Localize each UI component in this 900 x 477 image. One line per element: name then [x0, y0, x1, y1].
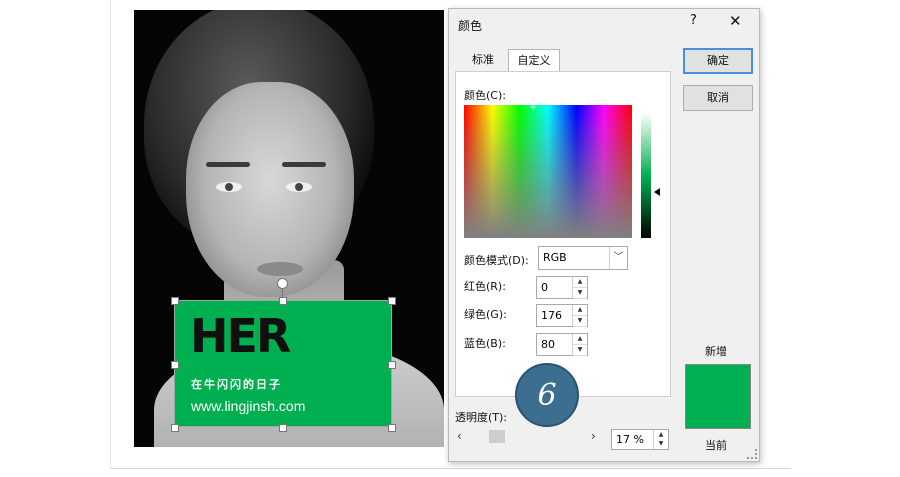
red-value: 0 — [541, 281, 548, 294]
green-label: 绿色(G): — [464, 308, 507, 321]
green-input[interactable]: 176 ▲ ▼ — [536, 304, 588, 327]
resize-handle-e[interactable] — [388, 361, 396, 369]
step-badge: 6 — [515, 363, 579, 427]
resize-handle-nw[interactable] — [171, 297, 179, 305]
resize-handle-ne[interactable] — [388, 297, 396, 305]
dialog-title: 颜色 — [458, 19, 483, 33]
color-preview-swatch — [685, 364, 751, 429]
tab-standard[interactable]: 标准 — [457, 49, 509, 71]
selection-frame — [174, 300, 392, 427]
transparency-up-icon[interactable]: ▲ — [654, 430, 668, 439]
chevron-right-icon[interactable]: › — [591, 429, 596, 443]
blue-input[interactable]: 80 ▲ ▼ — [536, 333, 588, 356]
color-spectrum[interactable] — [464, 105, 632, 238]
cancel-button[interactable]: 取消 — [683, 85, 753, 111]
resize-handle-se[interactable] — [388, 424, 396, 432]
current-label: 当前 — [705, 439, 727, 452]
tab-custom[interactable]: 自定义 — [508, 49, 560, 71]
colors-label: 颜色(C): — [464, 89, 506, 102]
transparency-down-icon[interactable]: ▼ — [654, 439, 668, 448]
transparency-value: 17 % — [616, 433, 644, 446]
red-input[interactable]: 0 ▲ ▼ — [536, 276, 588, 299]
chevron-left-icon[interactable]: ‹ — [457, 429, 462, 443]
slider-thumb[interactable] — [489, 430, 505, 443]
blue-label: 蓝色(B): — [464, 337, 506, 350]
new-label: 新增 — [705, 345, 727, 358]
green-value: 176 — [541, 309, 562, 322]
chevron-down-icon[interactable]: ﹀ — [609, 247, 627, 269]
mode-label: 颜色模式(D): — [464, 254, 529, 267]
blue-value: 80 — [541, 338, 555, 351]
transparency-label: 透明度(T): — [455, 411, 508, 424]
color-dialog: 颜色 ? ✕ 标准 自定义 颜色(C): + 颜色模式(D): RGB ﹀ 红色… — [448, 8, 760, 462]
transparency-input[interactable]: 17 % ▲ ▼ — [611, 429, 669, 450]
help-button[interactable]: ? — [690, 13, 697, 28]
color-mode-select[interactable]: RGB ﹀ — [538, 246, 628, 270]
close-icon[interactable]: ✕ — [729, 12, 742, 30]
luminance-arrow-icon[interactable] — [654, 188, 660, 196]
rotate-handle[interactable] — [277, 278, 288, 289]
green-up-icon[interactable]: ▲ — [573, 305, 587, 316]
red-down-icon[interactable]: ▼ — [573, 288, 587, 299]
luminance-slider[interactable] — [641, 113, 651, 238]
blue-down-icon[interactable]: ▼ — [573, 345, 587, 356]
color-mode-value: RGB — [543, 251, 567, 264]
green-down-icon[interactable]: ▼ — [573, 316, 587, 327]
resize-handle-s[interactable] — [279, 424, 287, 432]
red-label: 红色(R): — [464, 280, 506, 293]
resize-handle-n[interactable] — [279, 297, 287, 305]
resize-grip-icon[interactable] — [747, 449, 757, 459]
ok-button[interactable]: 确定 — [683, 48, 753, 74]
red-up-icon[interactable]: ▲ — [573, 277, 587, 288]
resize-handle-sw[interactable] — [171, 424, 179, 432]
blue-up-icon[interactable]: ▲ — [573, 334, 587, 345]
crosshair-icon: + — [529, 102, 538, 113]
transparency-slider[interactable]: ‹ › — [455, 429, 605, 445]
resize-handle-w[interactable] — [171, 361, 179, 369]
